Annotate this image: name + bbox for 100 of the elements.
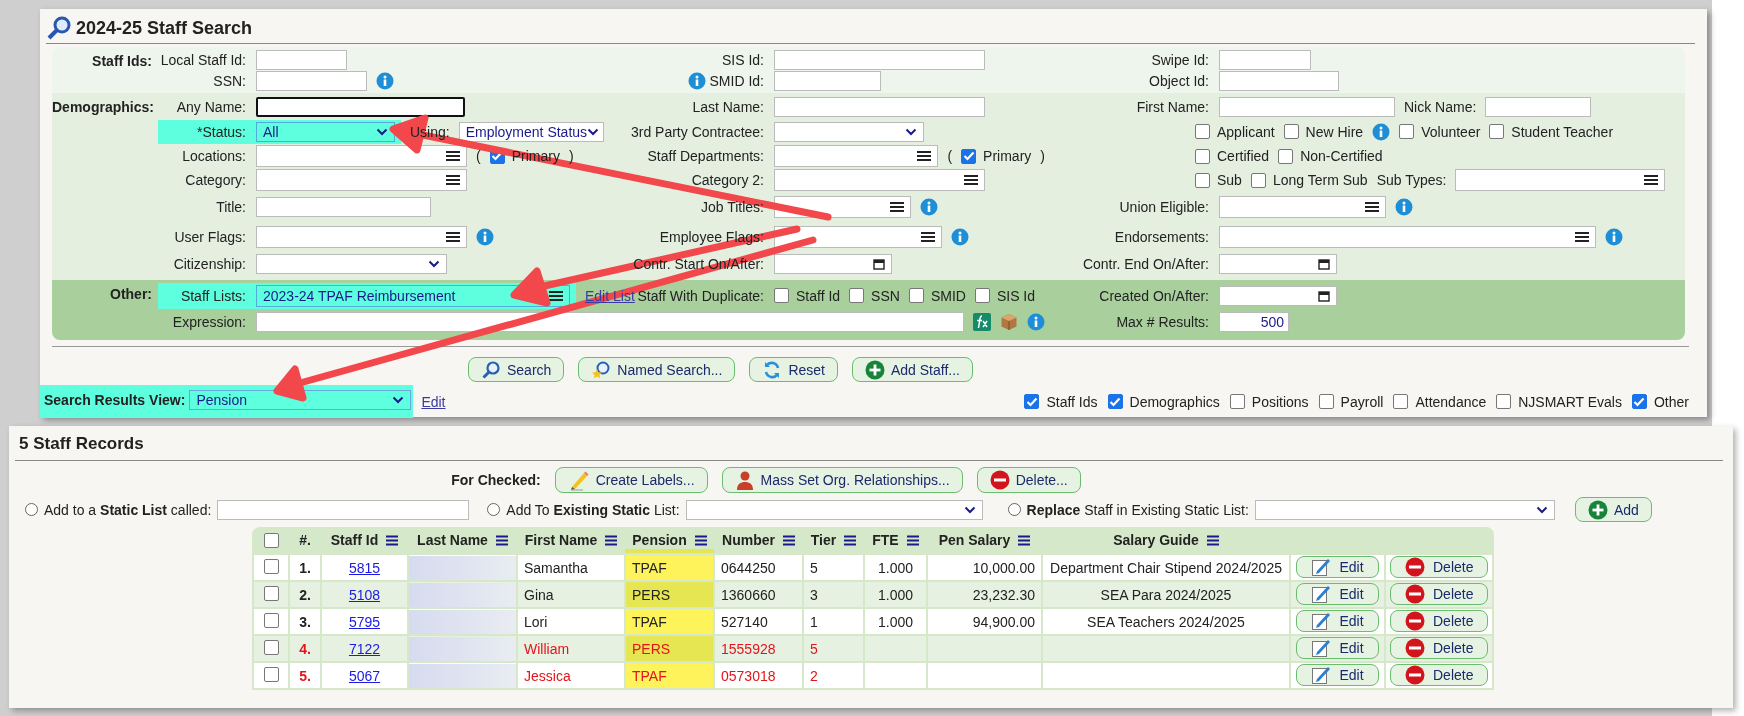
edit-button[interactable]: Edit	[1296, 663, 1379, 686]
table-cell: 2.	[299, 586, 311, 603]
column-header: Tier	[810, 532, 837, 548]
dropdown[interactable]: All	[256, 121, 395, 142]
checkbox-label[interactable]: Sub	[1217, 172, 1242, 188]
checkbox-label[interactable]: Primary	[983, 148, 1032, 164]
field-label: Union Eligible:	[1119, 199, 1209, 215]
delete-button[interactable]: Delete	[1390, 663, 1489, 686]
table-cell: PERS	[632, 586, 671, 603]
table-cell: 5	[810, 640, 818, 657]
field-label: Title:	[216, 199, 246, 215]
edit-link[interactable]: Edit	[421, 393, 446, 410]
add-button[interactable]: Add	[1574, 497, 1652, 522]
section-title: 5 Staff Records	[18, 433, 145, 455]
field-label: Locations:	[182, 148, 246, 164]
action-button[interactable]: Delete...	[976, 467, 1081, 493]
field-label: Staff With Duplicate:	[637, 287, 764, 304]
checkbox-label[interactable]: Certified	[1217, 148, 1270, 164]
column-header: FTE	[872, 532, 899, 548]
table-cell: 10,000.00	[972, 559, 1035, 576]
column-header: First Name	[524, 532, 598, 548]
table-cell: Samantha	[524, 559, 588, 576]
checkbox-label[interactable]: Long Term Sub	[1272, 172, 1368, 188]
checkbox-label[interactable]: SSN	[871, 287, 900, 304]
action-button[interactable]: Add Staff...	[852, 357, 973, 382]
list-picker-field[interactable]: 2023-24 TPAF Reimbursement	[256, 284, 570, 307]
action-button[interactable]: Mass Set Org. Relationships...	[721, 467, 963, 493]
field-label: Citizenship:	[173, 256, 246, 272]
table-cell: SEA Para 2024/2025	[1100, 586, 1232, 603]
dropdown[interactable]: Pension	[189, 390, 412, 410]
delete-button[interactable]: Delete	[1390, 609, 1489, 632]
field-label: Endorsements:	[1114, 229, 1209, 245]
field-label: Local Staff Id:	[160, 51, 246, 68]
table-cell: PERS	[632, 640, 671, 657]
field-label: Created On/After:	[1099, 287, 1209, 304]
field-label: Any Name:	[176, 99, 246, 115]
checkbox-label[interactable]: NJSMART Evals	[1518, 393, 1622, 410]
table-cell: 23,232.30	[972, 586, 1035, 603]
checkbox-label[interactable]: Positions	[1251, 393, 1309, 410]
field-label: Expression:	[172, 313, 246, 330]
field-label: *Status:	[196, 123, 246, 140]
checkbox-label[interactable]: Other	[1654, 393, 1689, 410]
field-label: )	[1040, 148, 1045, 164]
table-cell: 1	[810, 613, 818, 630]
field-label: Staff Departments:	[647, 148, 764, 164]
field-label: SMID Id:	[709, 72, 764, 89]
table-cell: 1.000	[877, 586, 913, 603]
edit-button[interactable]: Edit	[1296, 609, 1379, 632]
field-label: Category:	[185, 172, 246, 188]
field-label: SIS Id:	[721, 51, 764, 68]
delete-button[interactable]: Delete	[1390, 636, 1489, 659]
field-label: )	[568, 148, 574, 164]
field-label: Swipe Id:	[1151, 51, 1209, 68]
table-cell: 1.000	[877, 613, 913, 630]
dropdown[interactable]: Employment Status	[458, 121, 604, 142]
delete-button[interactable]: Delete	[1390, 555, 1489, 578]
edit-button[interactable]: Edit	[1296, 555, 1379, 578]
table-cell: 2	[810, 667, 818, 684]
edit-button[interactable]: Edit	[1296, 582, 1379, 605]
field-label: Nick Name:	[1404, 99, 1477, 115]
table-cell: TPAF	[632, 667, 667, 684]
checkbox-label[interactable]: SMID	[930, 287, 966, 304]
field-label: Object Id:	[1149, 72, 1209, 89]
action-button[interactable]: Reset	[749, 357, 838, 382]
section-label: Demographics:	[52, 98, 154, 115]
field-label: Max # Results:	[1116, 313, 1209, 330]
field-label: First Name:	[1136, 99, 1209, 115]
checkbox-label[interactable]: Student Teacher	[1511, 123, 1614, 140]
table-cell: 1.000	[877, 559, 913, 576]
page-title: 2024-25 Staff Search	[76, 17, 253, 39]
edit-button[interactable]: Edit	[1296, 636, 1379, 659]
column-header: Pension	[632, 532, 687, 548]
table-cell: Department Chair Stipend 2024/2025	[1050, 559, 1282, 576]
table-cell: William	[524, 640, 570, 657]
table-cell: 1555928	[721, 640, 776, 657]
checkbox-label[interactable]: Staff Id	[796, 287, 841, 304]
field-label: For Checked:	[451, 472, 541, 488]
checkbox-label[interactable]: SIS Id	[996, 287, 1036, 304]
checkbox-label[interactable]: Applicant	[1217, 123, 1275, 140]
action-button[interactable]: Search	[468, 357, 565, 382]
field-label: Staff Lists:	[180, 287, 246, 304]
delete-button[interactable]: Delete	[1390, 582, 1489, 605]
action-button[interactable]: Named Search...	[578, 357, 736, 382]
table-cell: 1360660	[721, 586, 776, 603]
checkbox-label[interactable]: Volunteer	[1421, 123, 1481, 140]
table-cell: 4.	[299, 640, 311, 657]
field-label: Contr. End On/After:	[1082, 256, 1209, 272]
checkbox-label[interactable]: New Hire	[1305, 123, 1364, 140]
table-cell: 5.	[299, 667, 311, 684]
text-field[interactable]: 500	[1219, 311, 1289, 332]
column-header: #.	[299, 532, 311, 548]
checkbox-label[interactable]: Attendance	[1415, 393, 1487, 410]
checkbox-label[interactable]: Payroll	[1340, 393, 1384, 410]
table-cell: 94,900.00	[972, 613, 1035, 630]
table-cell: 3.	[299, 613, 311, 630]
checkbox-label[interactable]: Staff Ids	[1046, 393, 1098, 410]
checkbox-label[interactable]: Demographics	[1129, 393, 1220, 410]
action-button[interactable]: Create Labels...	[554, 467, 708, 493]
table-cell: 0644250	[721, 559, 776, 576]
checkbox-label[interactable]: Non-Certified	[1300, 148, 1383, 164]
